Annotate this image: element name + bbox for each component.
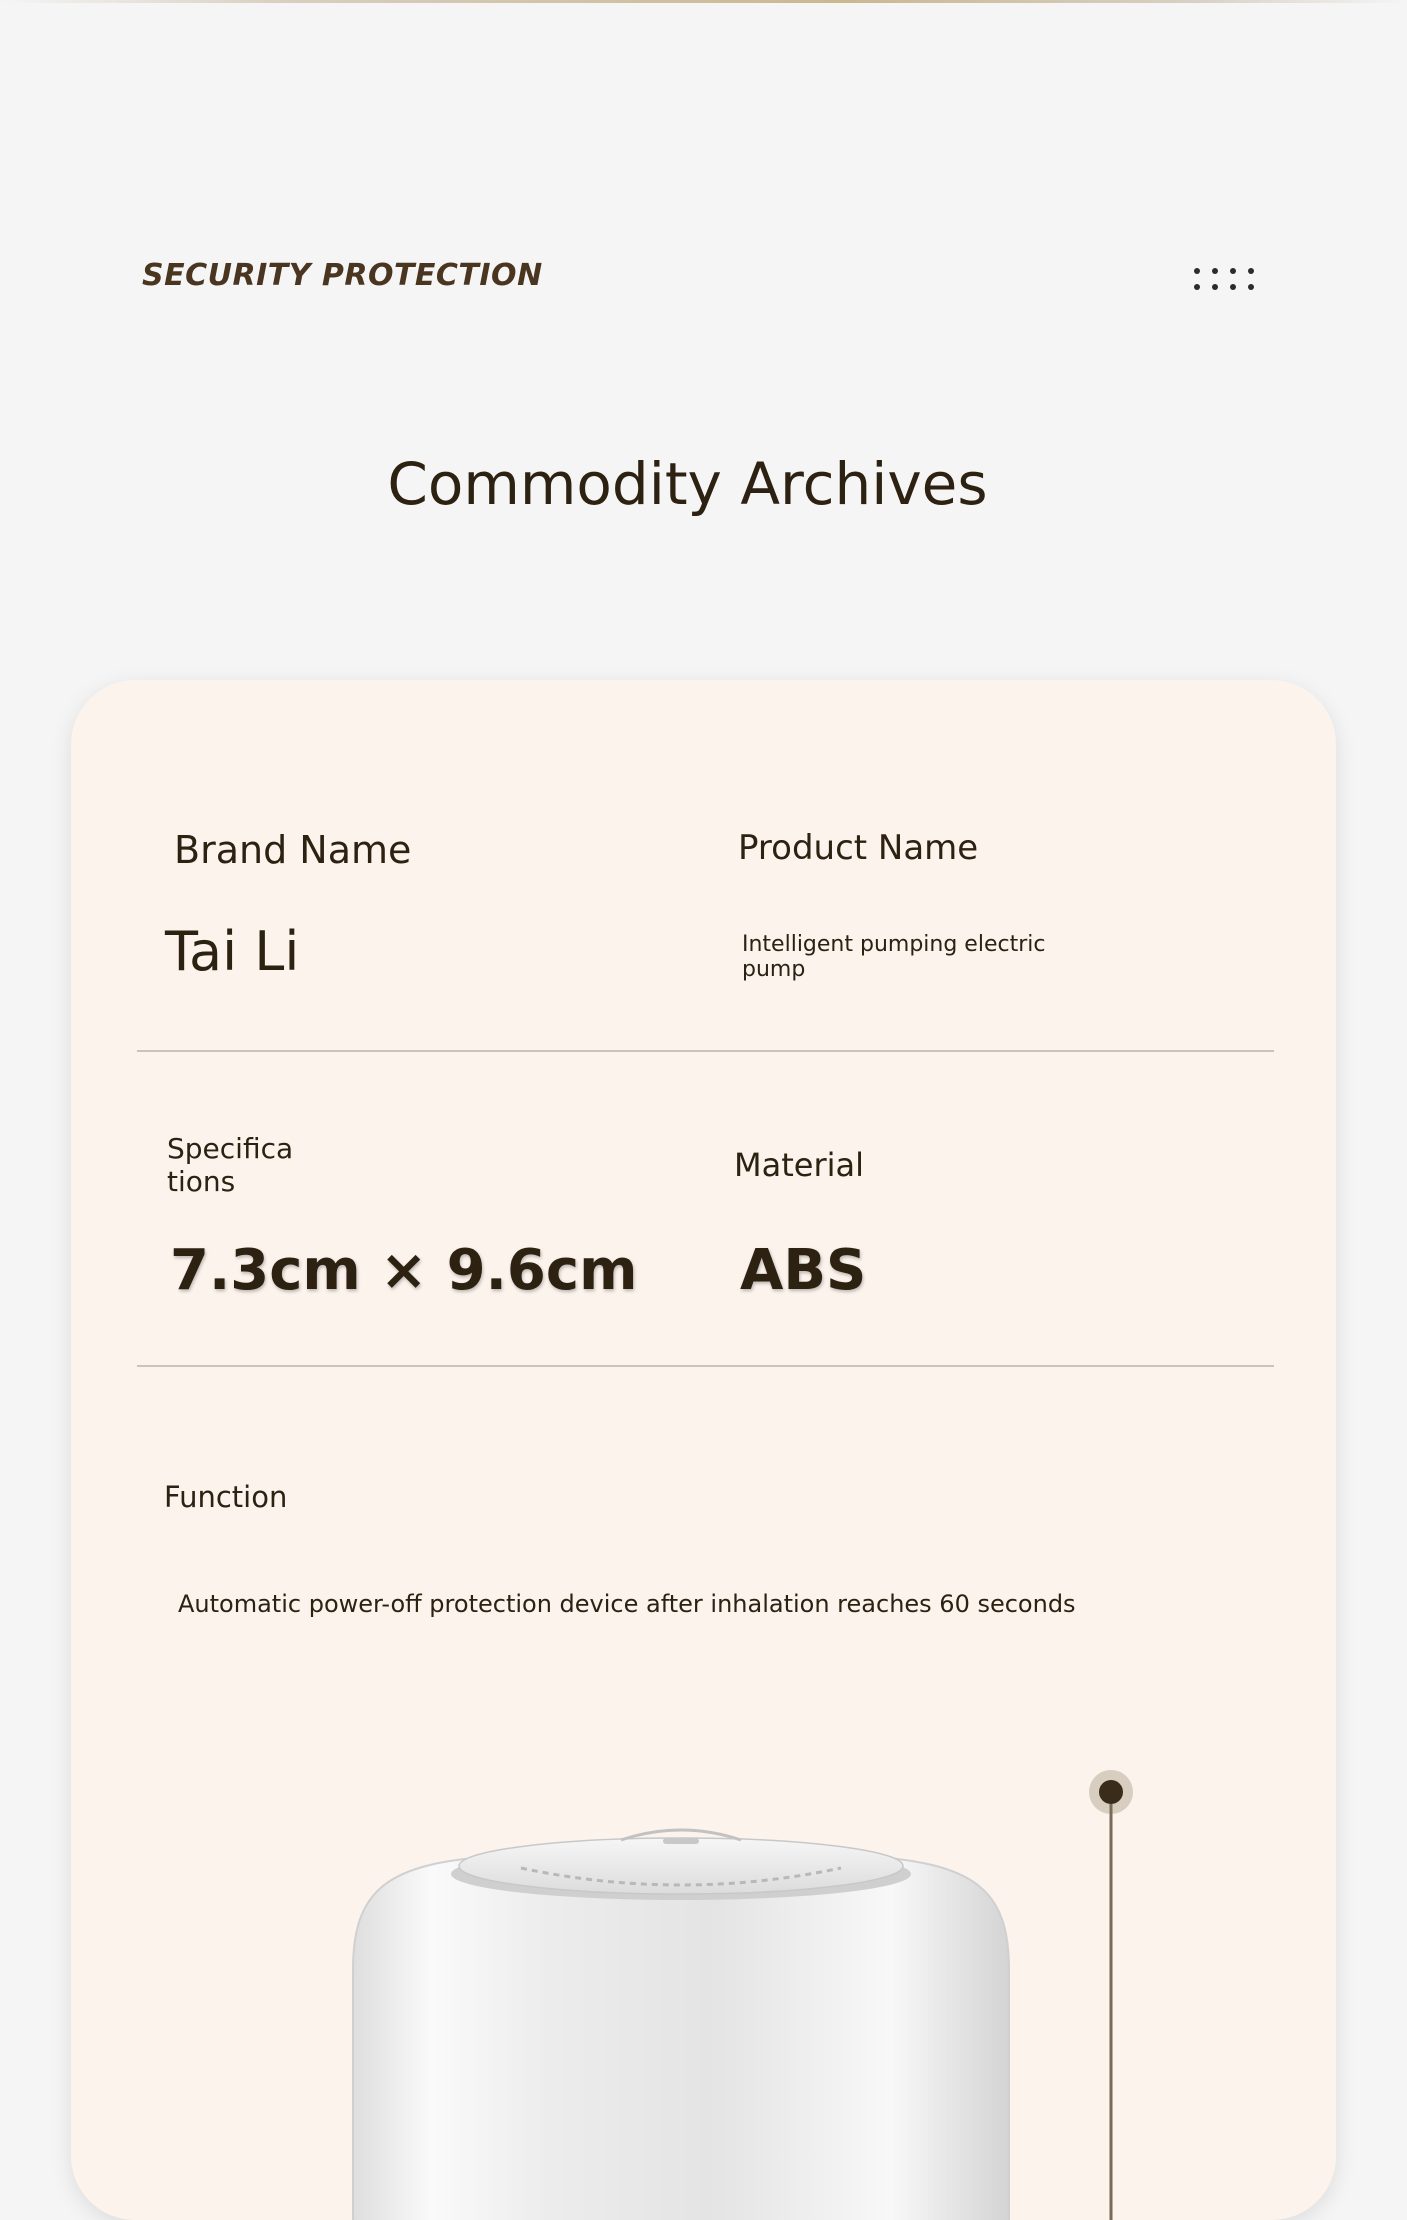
divider (137, 1050, 1274, 1052)
divider (137, 1365, 1274, 1367)
function-label: Function (164, 1480, 288, 1514)
specifications-value: 7.3cm × 9.6cm (170, 1238, 638, 1303)
section-label: SECURITY PROTECTION (142, 258, 543, 293)
specifications-label: Specifica tions (167, 1132, 294, 1198)
product-name-value: Intelligent pumping electric pump (742, 932, 1046, 982)
top-accent-strip (0, 0, 1407, 3)
function-value: Automatic power-off protection device af… (178, 1590, 1076, 1618)
archive-card: Brand Name Tai Li Product Name Intellige… (71, 680, 1336, 2220)
timeline-marker (1089, 1770, 1133, 2220)
product-image (352, 1828, 1010, 2220)
dots-grid-icon[interactable] (1194, 268, 1266, 298)
product-name-label: Product Name (738, 828, 979, 868)
material-label: Material (734, 1146, 864, 1184)
brand-name-label: Brand Name (174, 828, 412, 872)
material-value: ABS (740, 1238, 867, 1303)
page-title: Commodity Archives (387, 450, 988, 518)
brand-name-value: Tai Li (165, 920, 300, 983)
